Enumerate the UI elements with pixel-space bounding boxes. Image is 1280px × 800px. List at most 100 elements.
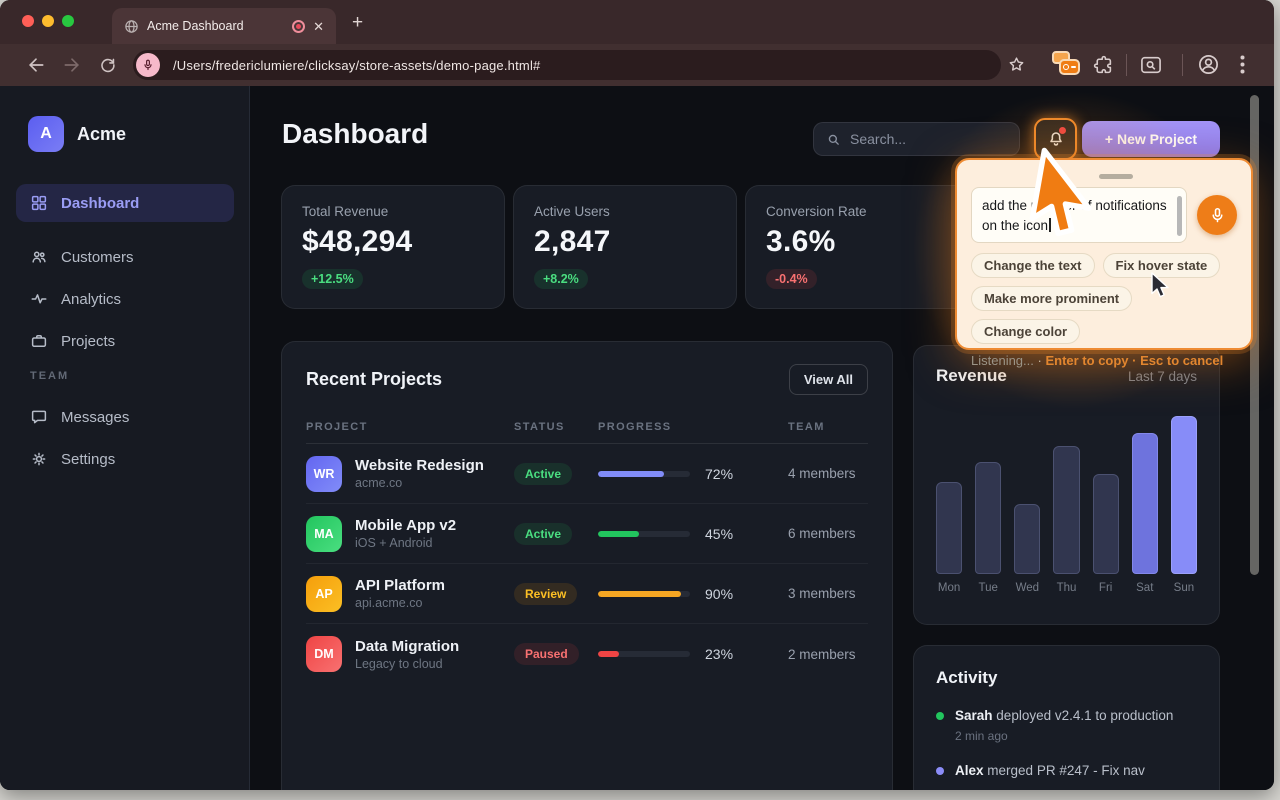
team-count: 3 members bbox=[788, 586, 868, 601]
suggestion-chip-make-prominent[interactable]: Make more prominent bbox=[971, 286, 1132, 311]
sidebar-item-projects[interactable]: Projects bbox=[16, 322, 234, 360]
tab-search-icon[interactable] bbox=[1140, 55, 1162, 75]
stat-value: 2,847 bbox=[534, 225, 716, 259]
new-project-button[interactable]: + New Project bbox=[1082, 121, 1220, 157]
browser-tab-acme-dashboard[interactable]: Acme Dashboard ✕ bbox=[112, 8, 336, 44]
minimize-window-button[interactable] bbox=[42, 15, 54, 27]
search-input[interactable]: Search... bbox=[813, 122, 1020, 156]
sidebar-item-customers[interactable]: Customers bbox=[16, 238, 234, 276]
table-row-website-redesign[interactable]: WR Website Redesign acme.co Active 72% 4… bbox=[306, 444, 868, 504]
suggestion-chip-change-text[interactable]: Change the text bbox=[971, 253, 1095, 278]
close-window-button[interactable] bbox=[22, 15, 34, 27]
revenue-bar-label: Sat bbox=[1132, 582, 1158, 594]
sidebar: A Acme Dashboard Customers Analytics bbox=[0, 86, 250, 790]
brand-logo: A bbox=[28, 116, 64, 152]
sidebar-item-label: Settings bbox=[61, 451, 115, 468]
table-row-mobile-app-v2[interactable]: MA Mobile App v2 iOS + Android Active 45… bbox=[306, 504, 868, 564]
microphone-button[interactable] bbox=[1197, 195, 1237, 235]
project-avatar: AP bbox=[306, 576, 342, 612]
profile-icon[interactable] bbox=[1197, 53, 1220, 76]
sidebar-item-label: Analytics bbox=[61, 291, 121, 308]
revenue-bar bbox=[1171, 416, 1197, 574]
stat-label: Active Users bbox=[534, 204, 716, 219]
new-tab-button[interactable]: + bbox=[352, 12, 363, 34]
recent-projects-title: Recent Projects bbox=[306, 369, 442, 390]
activity-author: Alex bbox=[955, 763, 984, 778]
hint-separator: · bbox=[1038, 353, 1042, 368]
revenue-bar-column: Sat bbox=[1132, 433, 1158, 594]
table-row-data-migration[interactable]: DM Data Migration Legacy to cloud Paused… bbox=[306, 624, 868, 684]
table-row-api-platform[interactable]: AP API Platform api.acme.co Review 90% 3… bbox=[306, 564, 868, 624]
revenue-bar-column: Tue bbox=[975, 462, 1001, 594]
stat-label: Total Revenue bbox=[302, 204, 484, 219]
bookmark-star-icon[interactable] bbox=[1007, 55, 1026, 74]
sidebar-item-label: Messages bbox=[61, 409, 129, 426]
stat-label: Conversion Rate bbox=[766, 204, 948, 219]
back-icon[interactable] bbox=[26, 55, 46, 75]
projects-table-header: PROJECT STATUS PROGRESS TEAM bbox=[306, 421, 868, 444]
favicon-globe-icon bbox=[124, 19, 139, 34]
revenue-bar-label: Thu bbox=[1053, 582, 1079, 594]
revenue-bar-column: Wed bbox=[1014, 504, 1040, 594]
revenue-bar-label: Sun bbox=[1171, 582, 1197, 594]
tab-close-icon[interactable]: ✕ bbox=[313, 20, 324, 33]
stat-delta-badge: +8.2% bbox=[534, 269, 588, 289]
view-all-button[interactable]: View All bbox=[789, 364, 868, 395]
revenue-bar bbox=[1014, 504, 1040, 574]
clicksay-extension-icon[interactable] bbox=[1052, 51, 1082, 79]
column-header-project: PROJECT bbox=[306, 421, 514, 433]
stat-card-conversion-rate: Conversion Rate 3.6% -0.4% bbox=[745, 185, 969, 309]
recent-projects-card: Recent Projects View All PROJECT STATUS … bbox=[281, 341, 893, 790]
project-subtitle: api.acme.co bbox=[355, 596, 445, 610]
project-subtitle: Legacy to cloud bbox=[355, 657, 459, 671]
progress-percent: 90% bbox=[705, 586, 733, 602]
reload-icon[interactable] bbox=[98, 55, 117, 74]
project-avatar: MA bbox=[306, 516, 342, 552]
sidebar-item-messages[interactable]: Messages bbox=[16, 398, 234, 436]
browser-menu-kebab-icon[interactable] bbox=[1240, 55, 1245, 74]
team-count: 6 members bbox=[788, 526, 868, 541]
project-name: Data Migration bbox=[355, 638, 459, 655]
sidebar-item-analytics[interactable]: Analytics bbox=[16, 280, 234, 318]
extensions-puzzle-icon[interactable] bbox=[1092, 54, 1113, 75]
sidebar-item-label: Customers bbox=[61, 249, 134, 266]
voice-command-popup: add the number of notifications on the i… bbox=[955, 158, 1253, 350]
new-project-label: + New Project bbox=[1105, 131, 1197, 147]
sidebar-item-dashboard[interactable]: Dashboard bbox=[16, 184, 234, 222]
revenue-bar-label: Tue bbox=[975, 582, 1001, 594]
suggestion-chip-change-color[interactable]: Change color bbox=[971, 319, 1080, 344]
url-mic-icon[interactable] bbox=[136, 53, 160, 77]
popup-drag-handle[interactable] bbox=[1099, 174, 1133, 179]
project-name: API Platform bbox=[355, 577, 445, 594]
revenue-bar-label: Mon bbox=[936, 582, 962, 594]
sidebar-section-team: TEAM bbox=[30, 370, 69, 382]
hint-enter-to-copy: Enter to copy bbox=[1045, 353, 1128, 368]
listening-status: Listening... bbox=[971, 353, 1034, 368]
browser-tab-bar: Acme Dashboard ✕ + bbox=[0, 0, 1274, 44]
input-scrollbar-thumb[interactable] bbox=[1177, 196, 1182, 236]
zoom-window-button[interactable] bbox=[62, 15, 74, 27]
team-count: 4 members bbox=[788, 466, 868, 481]
project-subtitle: acme.co bbox=[355, 476, 484, 490]
url-text: /Users/fredericlumiere/clicksay/store-as… bbox=[173, 58, 540, 73]
activity-time: 2 min ago bbox=[955, 729, 1173, 743]
tab-title: Acme Dashboard bbox=[147, 19, 284, 33]
search-placeholder: Search... bbox=[850, 131, 906, 147]
url-bar[interactable]: /Users/fredericlumiere/clicksay/store-as… bbox=[133, 50, 1001, 80]
activity-dot bbox=[936, 767, 944, 775]
pulse-icon bbox=[30, 290, 48, 308]
forward-icon[interactable] bbox=[62, 55, 82, 75]
stat-delta-badge: -0.4% bbox=[766, 269, 817, 289]
notification-badge-dot bbox=[1059, 127, 1066, 134]
revenue-card: Revenue Last 7 days MonTueWedThuFriSatSu… bbox=[913, 345, 1220, 625]
sidebar-item-settings[interactable]: Settings bbox=[16, 440, 234, 478]
chat-icon bbox=[30, 408, 48, 426]
team-count: 2 members bbox=[788, 647, 868, 662]
hint-separator: · bbox=[1132, 353, 1136, 368]
revenue-title: Revenue bbox=[936, 366, 1007, 386]
hint-esc-to-cancel: Esc to cancel bbox=[1140, 353, 1223, 368]
status-badge: Active bbox=[514, 463, 572, 485]
grid-icon bbox=[30, 194, 48, 212]
users-icon bbox=[30, 248, 48, 266]
revenue-bar bbox=[1093, 474, 1119, 574]
